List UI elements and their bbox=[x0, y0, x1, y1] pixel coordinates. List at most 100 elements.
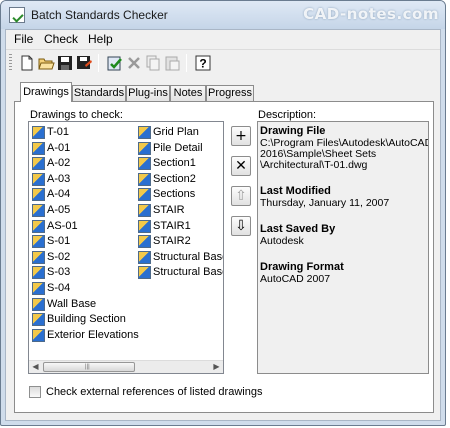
drawings-list-hscrollbar[interactable]: ◀ ||| ▶ bbox=[29, 360, 223, 373]
drawings-to-check-label: Drawings to check: bbox=[30, 109, 123, 121]
last-modified-value: Thursday, January 11, 2007 bbox=[260, 197, 390, 209]
drawings-list[interactable]: T-01 A-01 A-02 A-03 A-04 A-05 AS-01 S-01 S-02 S-0… bbox=[28, 121, 224, 374]
drawing-file-icon bbox=[138, 157, 151, 171]
add-drawing-button[interactable]: + bbox=[231, 126, 251, 146]
watermark: CAD-notes.com bbox=[303, 5, 439, 23]
drawing-file-value: C:\Program Files\Autodesk\AutoCAD 2016\S… bbox=[260, 137, 429, 171]
drawing-name: Wall Base bbox=[47, 297, 97, 310]
last-modified-heading: Last Modified bbox=[260, 185, 331, 197]
drawing-name: A-05 bbox=[47, 204, 71, 216]
drawing-name: Exterior Elevations bbox=[47, 328, 139, 341]
drawing-name: S-02 bbox=[47, 250, 71, 263]
save-as-icon[interactable] bbox=[75, 54, 93, 72]
thumb-grip-icon: ||| bbox=[85, 364, 90, 370]
drawing-file-icon bbox=[32, 235, 45, 249]
remove-drawing-button[interactable]: ✕ bbox=[231, 156, 251, 176]
drawing-file-icon bbox=[32, 188, 45, 202]
drawing-file-icon bbox=[32, 141, 45, 155]
toolbar-separator bbox=[98, 54, 99, 72]
drawing-file-icon bbox=[32, 297, 45, 311]
last-saved-heading: Last Saved By bbox=[260, 223, 336, 235]
paste-icon[interactable] bbox=[163, 54, 181, 72]
tab-plug-ins[interactable]: Plug-ins bbox=[126, 85, 170, 101]
drawing-file-icon bbox=[32, 282, 45, 295]
scroll-thumb[interactable]: ||| bbox=[43, 362, 135, 372]
drawing-file-icon bbox=[138, 188, 151, 202]
move-up-button[interactable]: ⇧ bbox=[231, 186, 251, 206]
drawing-name: A-03 bbox=[47, 172, 71, 185]
drawing-name: A-04 bbox=[47, 188, 71, 201]
svg-text:?: ? bbox=[199, 57, 206, 71]
save-icon[interactable] bbox=[56, 54, 74, 72]
check-xrefs-label: Check external references of listed draw… bbox=[46, 386, 263, 398]
drawing-file-icon bbox=[32, 250, 45, 264]
menu-check[interactable]: Check bbox=[44, 32, 78, 46]
description-pane: Drawing File C:\Program Files\Autodesk\A… bbox=[257, 121, 429, 374]
move-down-button[interactable]: ⇩ bbox=[231, 216, 251, 236]
drawing-name: S-04 bbox=[47, 282, 71, 294]
drawing-file-icon bbox=[138, 172, 151, 186]
title-bar: Batch Standards Checker CAD-notes.com bbox=[1, 1, 445, 29]
drawing-file-icon bbox=[32, 157, 45, 171]
check-standards-icon[interactable] bbox=[106, 54, 124, 72]
drawing-file-heading: Drawing File bbox=[260, 125, 326, 137]
drawing-name: Grid Plan bbox=[153, 126, 199, 138]
drawing-file-icon bbox=[138, 266, 151, 280]
new-icon[interactable] bbox=[18, 54, 36, 72]
drawing-name: T-01 bbox=[47, 126, 70, 138]
menu-help[interactable]: Help bbox=[88, 32, 113, 46]
drawing-name: STAIR2 bbox=[153, 235, 191, 248]
tab-standards[interactable]: Standards bbox=[72, 85, 126, 101]
drawing-name: A-02 bbox=[47, 157, 71, 170]
tab-progress[interactable]: Progress bbox=[206, 85, 254, 101]
drawing-format-heading: Drawing Format bbox=[260, 261, 344, 273]
drawing-file-icon bbox=[32, 172, 45, 186]
drawing-name: Pile Detail bbox=[153, 141, 203, 154]
scroll-left-icon[interactable]: ◀ bbox=[29, 361, 42, 373]
drawing-file-icon bbox=[138, 204, 151, 217]
drawing-name: AS-01 bbox=[47, 219, 78, 232]
arrow-up-icon: ⇧ bbox=[235, 188, 247, 204]
plus-icon: + bbox=[235, 128, 247, 144]
drawing-format-value: AutoCAD 2007 bbox=[260, 273, 331, 285]
drawing-name: S-03 bbox=[47, 266, 71, 279]
drawing-name: Structural Base bbox=[153, 266, 224, 279]
menu-file[interactable]: File bbox=[14, 32, 33, 46]
drawing-file-icon bbox=[138, 219, 151, 233]
check-xrefs-checkbox[interactable] bbox=[29, 386, 41, 398]
drawing-name: STAIR1 bbox=[153, 219, 191, 232]
remove-x-icon: ✕ bbox=[235, 158, 247, 174]
drawing-name: S-01 bbox=[47, 235, 71, 248]
window-title: Batch Standards Checker bbox=[31, 8, 168, 22]
drawing-file-icon bbox=[32, 204, 45, 217]
copy-icon[interactable] bbox=[144, 54, 162, 72]
client-area: File Check Help ? Drawings Standards Plu… bbox=[5, 29, 441, 421]
drawing-file-icon bbox=[32, 266, 45, 280]
drawing-name: Building Section bbox=[47, 313, 126, 326]
app-check-icon bbox=[9, 7, 25, 23]
drawing-file-icon bbox=[32, 313, 45, 327]
toolbar-grip[interactable] bbox=[9, 54, 12, 72]
toolbar-separator bbox=[186, 54, 187, 72]
toolbar: ? bbox=[6, 49, 440, 75]
drawing-name: Sections bbox=[153, 188, 196, 201]
drawing-name: Section1 bbox=[153, 157, 196, 170]
help-icon[interactable]: ? bbox=[194, 54, 212, 72]
drawing-file-icon bbox=[138, 235, 151, 249]
tab-drawings[interactable]: Drawings bbox=[20, 82, 72, 102]
open-icon[interactable] bbox=[37, 54, 55, 72]
last-saved-value: Autodesk bbox=[260, 235, 304, 247]
tab-notes[interactable]: Notes bbox=[170, 85, 206, 101]
drawing-name: Structural Base bbox=[153, 250, 224, 263]
description-label: Description: bbox=[258, 109, 317, 121]
drawing-file-icon bbox=[138, 126, 151, 139]
drawing-file-icon bbox=[138, 250, 151, 264]
drawing-file-icon bbox=[32, 126, 45, 139]
scroll-right-icon[interactable]: ▶ bbox=[210, 361, 223, 373]
drawing-file-icon bbox=[32, 328, 45, 342]
drawing-name: Section2 bbox=[153, 172, 196, 185]
drawing-name: A-01 bbox=[47, 141, 71, 154]
drawing-file-icon bbox=[32, 219, 45, 233]
arrow-down-icon: ⇩ bbox=[235, 218, 247, 234]
delete-icon[interactable] bbox=[125, 54, 143, 72]
